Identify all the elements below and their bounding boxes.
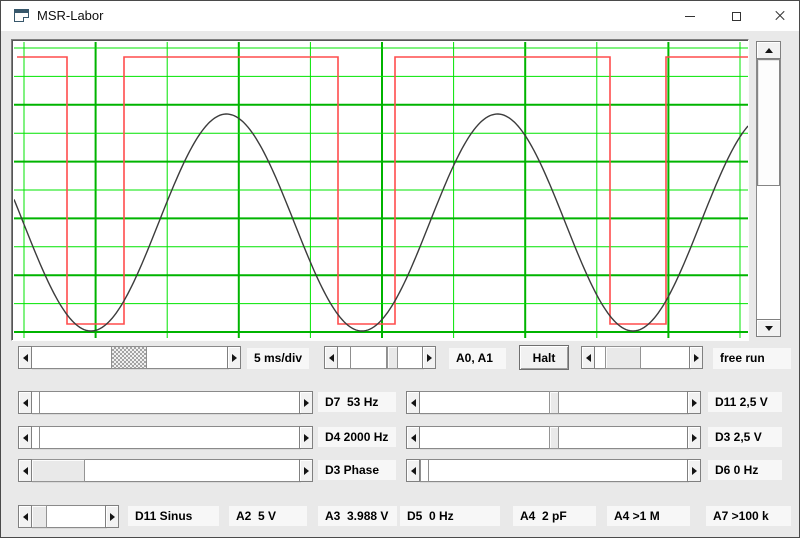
scroll-left-arrow-icon: [23, 399, 28, 407]
d4-scroll-left-button[interactable]: [18, 426, 32, 449]
halt-button[interactable]: Halt: [519, 345, 569, 370]
d6-scroll-left-button[interactable]: [406, 459, 420, 482]
scroll-left-arrow-icon: [23, 354, 28, 362]
scroll-left-arrow-icon: [23, 434, 28, 442]
scope-canvas: [14, 42, 748, 338]
a3-readout: A3 3.988 V: [318, 506, 397, 526]
d6-scrollbar-thumb[interactable]: [420, 459, 429, 482]
d3-phase-scroll-left-button[interactable]: [18, 459, 32, 482]
d4-scroll-right-button[interactable]: [299, 426, 313, 449]
app-window: MSR-Labor 5 ms/div A0, A1 Halt free run: [0, 0, 800, 538]
d7-scroll-left-button[interactable]: [18, 391, 32, 414]
d7-scrollbar-thumb[interactable]: [31, 391, 40, 414]
scroll-down-button[interactable]: [756, 319, 781, 337]
a7-readout: A7 >100 k: [706, 506, 791, 526]
scope-panel: [11, 39, 749, 341]
d11-voltage-label: D11 2,5 V: [708, 392, 782, 412]
scroll-left-arrow-icon: [23, 513, 28, 521]
runmode-scroll-right-button[interactable]: [689, 346, 703, 369]
scroll-right-arrow-icon: [694, 354, 699, 362]
d6-frequency-scrollbar[interactable]: [406, 459, 701, 482]
d6-frequency-label: D6 0 Hz: [708, 460, 782, 480]
d11-voltage-scroll-right-button[interactable]: [687, 391, 701, 414]
scroll-right-arrow-icon: [692, 434, 697, 442]
scroll-down-arrow-icon: [765, 326, 773, 331]
title-bar: MSR-Labor: [1, 1, 799, 31]
timebase-scroll-right-button[interactable]: [227, 346, 241, 369]
d4-scrollbar-thumb[interactable]: [31, 426, 40, 449]
scroll-right-arrow-icon: [692, 467, 697, 475]
d11-waveform-scrollbar-thumb[interactable]: [31, 505, 47, 528]
d4-frequency-scrollbar[interactable]: [18, 426, 313, 449]
maximize-button[interactable]: [713, 1, 759, 31]
vertical-scrollbar[interactable]: [756, 41, 781, 337]
d11-voltage-scrollbar-thumb[interactable]: [549, 391, 559, 414]
channel-select-scrollbar-thumb[interactable]: [350, 346, 387, 369]
d6-scroll-right-button[interactable]: [687, 459, 701, 482]
a4-resistance-readout: A4 >1 M: [607, 506, 690, 526]
scroll-right-arrow-icon: [110, 513, 115, 521]
scroll-up-arrow-icon: [765, 48, 773, 53]
d4-frequency-label: D4 2000 Hz: [318, 427, 396, 447]
close-button[interactable]: [759, 1, 800, 31]
d11-waveform-scroll-right-button[interactable]: [105, 505, 119, 528]
scroll-left-arrow-icon: [329, 354, 334, 362]
scroll-up-button[interactable]: [756, 41, 781, 59]
d3-voltage-scrollbar-thumb[interactable]: [549, 426, 559, 449]
d7-scroll-right-button[interactable]: [299, 391, 313, 414]
d4-scrollbar-track[interactable]: [31, 426, 300, 449]
d3-phase-label: D3 Phase: [318, 460, 396, 480]
app-icon: [14, 9, 29, 22]
timebase-scroll-left-button[interactable]: [18, 346, 32, 369]
runmode-label: free run: [713, 348, 791, 369]
scroll-left-arrow-icon: [411, 467, 416, 475]
d3-phase-scrollbar[interactable]: [18, 459, 313, 482]
a4-capacitance-readout: A4 2 pF: [513, 506, 596, 526]
d11-waveform-scrollbar[interactable]: [18, 505, 119, 528]
d11-voltage-scrollbar[interactable]: [406, 391, 701, 414]
d3-voltage-scroll-right-button[interactable]: [687, 426, 701, 449]
channel-scroll-left-button[interactable]: [324, 346, 338, 369]
scroll-right-arrow-icon: [304, 467, 309, 475]
a2-readout: A2 5 V: [229, 506, 307, 526]
scroll-right-arrow-icon: [232, 354, 237, 362]
d11-waveform-label: D11 Sinus: [128, 506, 219, 526]
runmode-scrollbar[interactable]: [581, 346, 703, 369]
timebase-scrollbar[interactable]: [18, 346, 241, 369]
timebase-label: 5 ms/div: [247, 348, 309, 369]
scroll-left-arrow-icon: [411, 434, 416, 442]
minimize-button[interactable]: [667, 1, 713, 31]
d7-scrollbar-track[interactable]: [31, 391, 300, 414]
runmode-scrollbar-thumb[interactable]: [605, 346, 641, 369]
d3-phase-scroll-right-button[interactable]: [299, 459, 313, 482]
scroll-right-arrow-icon: [304, 399, 309, 407]
d5-readout: D5 0 Hz: [400, 506, 500, 526]
vertical-scrollbar-thumb[interactable]: [757, 59, 780, 186]
minimize-icon: [685, 16, 695, 17]
d7-frequency-label: D7 53 Hz: [318, 392, 396, 412]
channel-select-scrollbar-thumb-grip[interactable]: [387, 346, 398, 369]
d3-phase-scrollbar-thumb[interactable]: [31, 459, 85, 482]
d6-scrollbar-track[interactable]: [419, 459, 688, 482]
runmode-scroll-left-button[interactable]: [581, 346, 595, 369]
scroll-right-arrow-icon: [427, 354, 432, 362]
channel-label: A0, A1: [449, 348, 506, 369]
d11-waveform-scroll-left-button[interactable]: [18, 505, 32, 528]
maximize-icon: [732, 12, 741, 21]
scroll-left-arrow-icon: [411, 399, 416, 407]
scroll-right-arrow-icon: [692, 399, 697, 407]
d3-voltage-scroll-left-button[interactable]: [406, 426, 420, 449]
scroll-right-arrow-icon: [304, 434, 309, 442]
d11-voltage-scroll-left-button[interactable]: [406, 391, 420, 414]
d7-frequency-scrollbar[interactable]: [18, 391, 313, 414]
d3-voltage-scrollbar[interactable]: [406, 426, 701, 449]
close-icon: [774, 10, 786, 22]
d3-voltage-label: D3 2,5 V: [708, 427, 782, 447]
window-title: MSR-Labor: [37, 8, 103, 23]
channel-select-scrollbar[interactable]: [324, 346, 436, 369]
timebase-scrollbar-thumb[interactable]: [111, 346, 147, 369]
channel-scroll-right-button[interactable]: [422, 346, 436, 369]
scroll-left-arrow-icon: [586, 354, 591, 362]
scroll-left-arrow-icon: [23, 467, 28, 475]
